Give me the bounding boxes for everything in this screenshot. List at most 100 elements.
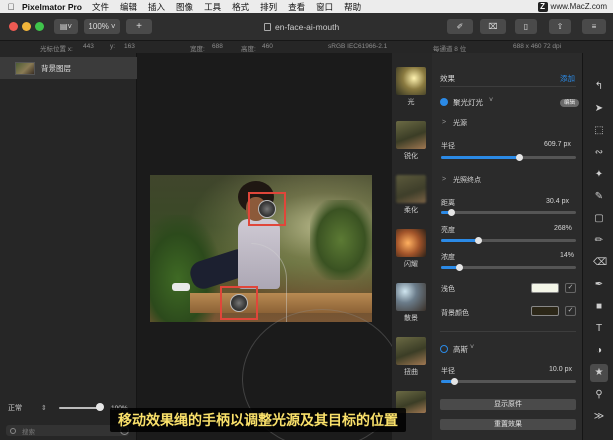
lasso-icon[interactable]: ∾ (593, 147, 605, 159)
eyedropper-icon[interactable]: ✓ (565, 283, 576, 293)
light-section-label[interactable]: 光源 (453, 118, 467, 128)
gauss-radius-slider-knob[interactable] (451, 378, 458, 385)
plus-icon: + (136, 21, 142, 32)
format-button[interactable]: ▯ (515, 19, 537, 34)
share-button[interactable]: ⇧ (549, 19, 571, 34)
menu-format[interactable]: 格式 (232, 1, 249, 13)
height-value: 460 (262, 43, 273, 50)
pen-icon[interactable]: ✒ (593, 279, 605, 291)
sidebar-toggle-button[interactable]: ▤˅ (54, 19, 78, 34)
reset-effect-button[interactable]: 重置效果 (440, 419, 576, 430)
bg-color-well[interactable] (531, 306, 559, 316)
canvas-area[interactable] (137, 53, 392, 440)
add-button[interactable]: + (126, 19, 152, 34)
light-source-knob[interactable] (258, 200, 276, 218)
brightness-slider-fill (441, 239, 479, 242)
distance-value[interactable]: 30.4 px (546, 198, 569, 205)
effect-label: 锐化 (404, 153, 418, 160)
eraser-icon[interactable]: ⌫ (593, 257, 607, 269)
chevron-updown-icon[interactable]: ⇕ (41, 404, 47, 412)
light-target-handle[interactable] (220, 286, 258, 320)
shape-icon[interactable]: ■ (593, 301, 605, 313)
height-label: 高度: (241, 46, 256, 53)
effect-category-soften[interactable]: 柔化 (396, 175, 426, 215)
select-icon[interactable]: ➤ (593, 103, 605, 115)
show-original-button[interactable]: 显示原件 (440, 399, 576, 410)
density-value[interactable]: 14% (560, 252, 574, 259)
blend-mode-select[interactable]: 正常 (8, 403, 22, 413)
menu-insert[interactable]: 插入 (148, 1, 165, 13)
disclosure-icon[interactable]: ˃ (442, 176, 446, 183)
opacity-slider-knob[interactable] (96, 403, 104, 411)
eyedropper-icon[interactable]: ✓ (565, 306, 576, 316)
retouch-icon[interactable]: ✏ (593, 235, 605, 247)
menu-edit[interactable]: 编辑 (120, 1, 137, 13)
marquee-icon[interactable]: ⬚ (593, 125, 605, 137)
effect-category-sharpen[interactable]: 锐化 (396, 121, 426, 161)
apple-icon[interactable]:  (0, 2, 22, 12)
effect-category-distort[interactable]: 扭曲 (396, 337, 426, 377)
search-placeholder: 搜索 (22, 428, 35, 436)
effect-category-light[interactable]: 光 (396, 67, 426, 107)
type-icon[interactable]: T (593, 323, 605, 335)
brightness-value[interactable]: 268% (554, 225, 572, 232)
effect-category-glow[interactable]: 闪耀 (396, 229, 426, 269)
zoom-window-button[interactable] (35, 22, 44, 31)
menu-window[interactable]: 窗口 (316, 1, 333, 13)
light-target-knob[interactable] (230, 294, 248, 312)
distance-slider-knob[interactable] (448, 209, 456, 216)
arrange-icon[interactable]: ↰ (593, 81, 605, 93)
magic-wand-icon[interactable]: ✦ (593, 169, 605, 181)
density-label: 浓度 (441, 254, 455, 261)
edit-badge[interactable]: 编辑 (560, 99, 580, 107)
density-slider-knob[interactable] (456, 264, 464, 271)
gauss-enabled-checkbox[interactable] (440, 345, 448, 353)
layers-panel: 背景图层 正常 ⇕ 100% 搜索 (0, 53, 137, 440)
density-slider[interactable] (441, 264, 576, 271)
radius-slider-knob[interactable] (515, 154, 523, 161)
gradient-icon[interactable]: ▢ (593, 213, 605, 225)
chevron-down-icon[interactable]: ˅ (489, 97, 493, 104)
radius-value[interactable]: 609.7 px (544, 141, 571, 148)
style-button[interactable]: ✐ (447, 19, 473, 34)
close-window-button[interactable] (9, 22, 18, 31)
gauss-radius-slider[interactable] (441, 378, 576, 385)
add-effect-button[interactable]: 添加 (560, 73, 575, 84)
crop-button[interactable]: ⌧ (480, 19, 506, 34)
effect-category-bokeh[interactable]: 散景 (396, 283, 426, 323)
effect-enabled-checkbox[interactable] (440, 98, 448, 106)
tint-color-well[interactable] (531, 283, 559, 293)
adjust-button[interactable]: ≡ (582, 19, 606, 34)
disclosure-icon[interactable]: ˃ (442, 119, 446, 126)
minimize-window-button[interactable] (22, 22, 31, 31)
menu-image[interactable]: 图像 (176, 1, 193, 13)
menu-help[interactable]: 帮助 (344, 1, 361, 13)
color-profile: sRGB IEC61966-2.1 (328, 43, 388, 50)
menu-file[interactable]: 文件 (92, 1, 109, 13)
zoom-icon[interactable]: ⚲ (593, 389, 605, 401)
zoom-dropdown[interactable]: 100% ˅ (84, 19, 120, 34)
brush-icon[interactable]: ✎ (593, 191, 605, 203)
gauss-effect-name[interactable]: 高斯 (453, 344, 468, 355)
info-bar: 光标位置 x: 443 y: 163 宽度: 688 高度: 460 sRGB … (0, 41, 613, 53)
light-source-handle[interactable] (248, 192, 286, 226)
effect-name[interactable]: 聚光灯光 (453, 97, 483, 108)
menu-view[interactable]: 查看 (288, 1, 305, 13)
app-menu[interactable]: Pixelmator Pro (22, 2, 82, 12)
more-icon[interactable]: ≫ (593, 411, 605, 423)
effects-icon[interactable]: ★ (590, 364, 608, 382)
opacity-slider-track[interactable] (59, 407, 99, 409)
target-section-label[interactable]: 光照终点 (453, 175, 481, 185)
menu-tools[interactable]: 工具 (204, 1, 221, 13)
layer-row[interactable]: 背景图层 (0, 57, 137, 79)
brightness-slider[interactable] (441, 237, 576, 244)
radius-slider[interactable] (441, 154, 576, 161)
chevron-down-icon[interactable]: ˅ (470, 344, 474, 351)
cursor-y-label: y: (110, 43, 116, 50)
gauss-radius-value[interactable]: 10.0 px (549, 366, 572, 373)
effect-label: 闪耀 (404, 261, 418, 268)
distance-slider[interactable] (441, 209, 576, 216)
menu-arrange[interactable]: 排列 (260, 1, 277, 13)
brightness-slider-knob[interactable] (475, 237, 483, 244)
color-adjust-icon[interactable]: ◑ (593, 345, 605, 357)
